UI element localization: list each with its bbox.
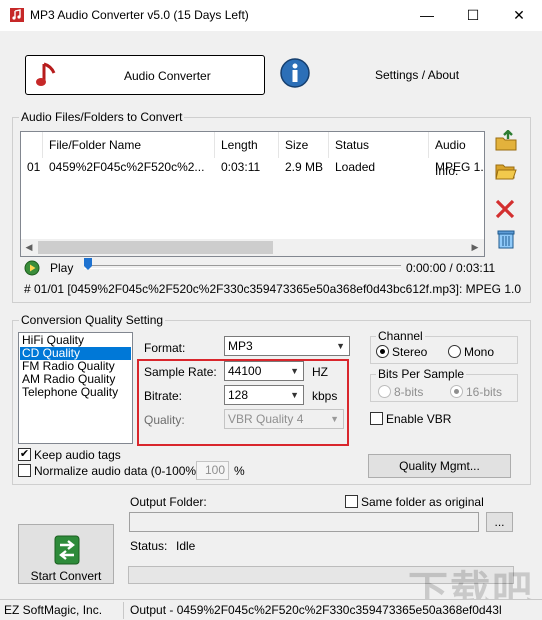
output-folder-label: Output Folder:	[130, 495, 207, 509]
maximize-button[interactable]: ☐	[450, 0, 496, 31]
convert-icon	[54, 535, 80, 565]
audio-converter-label: Audio Converter	[124, 69, 211, 83]
quality-value: VBR Quality 4	[228, 412, 304, 426]
status-value: Idle	[176, 539, 196, 553]
open-folder-icon[interactable]	[494, 160, 518, 182]
normalize-checkbox[interactable]	[18, 464, 31, 477]
enable-vbr-label[interactable]: Enable VBR	[386, 412, 451, 426]
recycle-bin-icon[interactable]	[496, 228, 516, 250]
sample-rate-value: 44100	[228, 364, 262, 378]
sample-rate-select[interactable]: 44100 ▼	[224, 361, 304, 381]
quality-label: Quality:	[144, 413, 185, 427]
audio-converter-button[interactable]: Audio Converter	[25, 55, 265, 95]
window-title: MP3 Audio Converter v5.0 (15 Days Left)	[30, 8, 249, 22]
play-label[interactable]: Play	[50, 261, 73, 275]
seek-track[interactable]	[84, 265, 401, 269]
bits-8-label[interactable]: 8-bits	[394, 385, 423, 399]
table-row[interactable]: 01 0459%2F045c%2F520c%2... 0:03:11 2.9 M…	[21, 158, 484, 176]
bitrate-label: Bitrate:	[144, 389, 183, 403]
col-header-audio-info[interactable]: Audio Info.	[429, 132, 484, 178]
quality-group-title: Conversion Quality Setting	[19, 313, 166, 327]
row-status: Loaded	[335, 160, 376, 174]
row-info: MPEG 1.0 La	[435, 160, 484, 174]
bits-16-radio[interactable]	[450, 385, 463, 398]
title-bar: MP3 Audio Converter v5.0 (15 Days Left) …	[0, 0, 542, 31]
minimize-button[interactable]: —	[404, 0, 450, 31]
status-separator	[123, 602, 124, 619]
preset-list[interactable]: HiFi Quality CD Quality FM Radio Quality…	[18, 332, 133, 444]
scrollbar-thumb[interactable]	[38, 241, 273, 254]
horizontal-scrollbar[interactable]: ◀ ▶	[21, 239, 484, 256]
col-header-name[interactable]: File/Folder Name	[43, 132, 215, 158]
app-icon	[10, 8, 24, 22]
output-folder-input[interactable]	[129, 512, 479, 532]
info-icon[interactable]	[279, 57, 311, 91]
row-name: 0459%2F045c%2F520c%2...	[49, 160, 205, 174]
start-convert-button[interactable]: Start Convert	[18, 524, 114, 584]
chevron-down-icon: ▼	[336, 341, 345, 351]
format-select[interactable]: MP3 ▼	[224, 336, 350, 356]
remove-icon[interactable]	[494, 198, 516, 220]
preset-item[interactable]: Telephone Quality	[20, 386, 131, 399]
mono-radio[interactable]	[448, 345, 461, 358]
bits-8-radio[interactable]	[378, 385, 391, 398]
keep-tags-checkbox[interactable]: ✔	[18, 448, 31, 461]
stereo-radio[interactable]	[376, 345, 389, 358]
scroll-left-icon[interactable]: ◀	[23, 242, 35, 253]
stereo-label[interactable]: Stereo	[392, 345, 427, 359]
output-status-text: Output - 0459%2F045c%2F520c%2F330c359473…	[130, 603, 502, 617]
file-list[interactable]: File/Folder Name Length Size Status Audi…	[20, 131, 485, 257]
col-header-index	[21, 132, 43, 158]
col-header-status[interactable]: Status	[329, 132, 429, 158]
sample-rate-label: Sample Rate:	[144, 365, 217, 379]
status-bar: EZ SoftMagic, Inc. Output - 0459%2F045c%…	[0, 599, 542, 620]
normalize-label[interactable]: Normalize audio data (0-100%):	[34, 464, 203, 478]
mono-label[interactable]: Mono	[464, 345, 494, 359]
bits-group-title: Bits Per Sample	[376, 367, 467, 381]
bitrate-select[interactable]: 128 ▼	[224, 385, 304, 405]
chevron-down-icon: ▼	[290, 390, 299, 400]
format-value: MP3	[228, 339, 253, 353]
format-label: Format:	[144, 341, 186, 355]
add-folder-icon[interactable]	[494, 130, 518, 152]
chevron-down-icon: ▼	[290, 366, 299, 376]
settings-about-button[interactable]: Settings / About	[375, 68, 459, 82]
company-label: EZ SoftMagic, Inc.	[4, 603, 103, 617]
col-header-length[interactable]: Length	[215, 132, 279, 158]
keep-tags-label[interactable]: Keep audio tags	[34, 448, 121, 462]
file-info-line: # 01/01 [0459%2F045c%2F520c%2F330c359473…	[24, 282, 524, 296]
channel-group-title: Channel	[376, 329, 425, 343]
sample-rate-unit: HZ	[312, 365, 328, 379]
same-folder-label[interactable]: Same folder as original	[361, 495, 484, 509]
quality-mgmt-button[interactable]: Quality Mgmt...	[368, 454, 511, 478]
bitrate-unit: kbps	[312, 389, 338, 403]
same-folder-checkbox[interactable]	[345, 495, 358, 508]
bitrate-value: 128	[228, 388, 249, 402]
status-label: Status:	[130, 539, 168, 553]
start-convert-label: Start Convert	[30, 569, 102, 583]
row-size: 2.9 MB	[285, 160, 324, 174]
row-length: 0:03:11	[221, 160, 261, 174]
percent-label: %	[234, 464, 245, 478]
row-index: 01	[27, 160, 41, 174]
time-display: 0:00:00 / 0:03:11	[406, 261, 496, 275]
play-icon[interactable]	[24, 260, 40, 276]
music-note-icon	[36, 62, 56, 86]
seek-thumb[interactable]	[84, 258, 92, 270]
normalize-input[interactable]: 100	[196, 461, 229, 480]
files-group-title: Audio Files/Folders to Convert	[19, 110, 185, 124]
bits-16-label[interactable]: 16-bits	[466, 385, 502, 399]
chevron-down-icon: ▼	[330, 414, 339, 424]
close-button[interactable]: ✕	[496, 0, 542, 31]
quality-select[interactable]: VBR Quality 4 ▼	[224, 409, 344, 429]
enable-vbr-checkbox[interactable]	[370, 412, 383, 425]
col-header-size[interactable]: Size	[279, 132, 329, 158]
browse-button[interactable]: ...	[486, 512, 513, 532]
scroll-right-icon[interactable]: ▶	[469, 242, 481, 253]
